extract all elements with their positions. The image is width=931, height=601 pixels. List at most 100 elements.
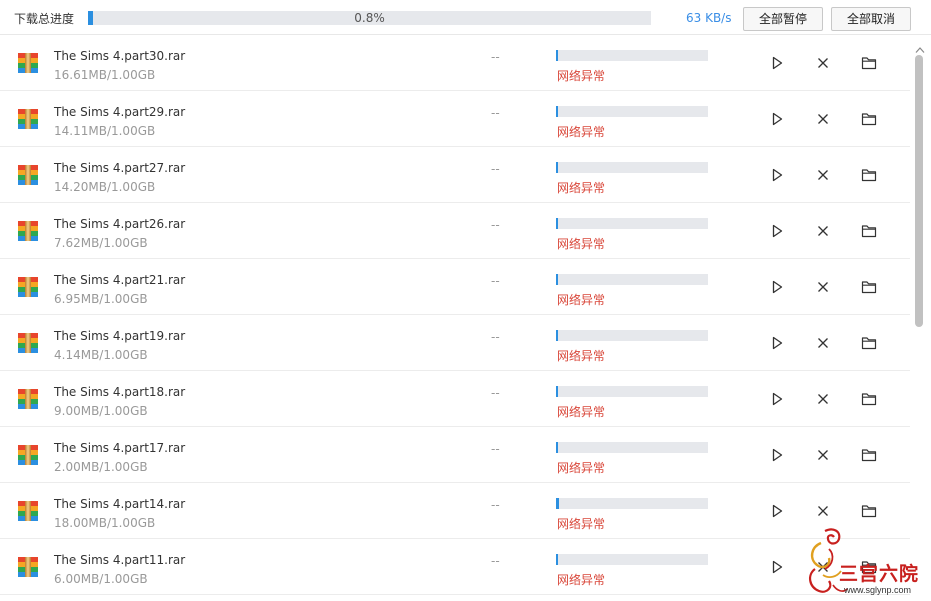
winrar-archive-icon	[17, 444, 39, 466]
close-icon[interactable]	[815, 335, 831, 351]
file-size: 18.00MB/1.00GB	[54, 516, 156, 530]
folder-icon[interactable]	[861, 223, 877, 239]
file-size: 4.14MB/1.00GB	[54, 348, 148, 362]
folder-icon[interactable]	[861, 391, 877, 407]
file-progress-bar	[556, 218, 708, 229]
play-icon[interactable]	[769, 391, 785, 407]
play-icon[interactable]	[769, 447, 785, 463]
file-progress-fill	[556, 106, 559, 117]
file-size: 6.00MB/1.00GB	[54, 572, 148, 586]
time-remaining: --	[491, 274, 500, 288]
play-icon[interactable]	[769, 167, 785, 183]
file-name: The Sims 4.part27.rar	[54, 161, 186, 175]
file-progress-bar	[556, 106, 708, 117]
file-name: The Sims 4.part26.rar	[54, 217, 186, 231]
status-text: 网络异常	[557, 349, 606, 363]
play-icon[interactable]	[769, 55, 785, 71]
status-text: 网络异常	[557, 181, 606, 195]
close-icon[interactable]	[815, 223, 831, 239]
play-icon[interactable]	[769, 503, 785, 519]
folder-icon[interactable]	[861, 447, 877, 463]
close-icon[interactable]	[815, 167, 831, 183]
file-progress-fill	[556, 162, 559, 173]
file-size: 14.11MB/1.00GB	[54, 124, 156, 138]
time-remaining: --	[491, 386, 500, 400]
watermark-text: 三宫六院	[839, 563, 920, 585]
close-icon[interactable]	[815, 55, 831, 71]
winrar-archive-icon	[17, 52, 39, 74]
file-size: 6.95MB/1.00GB	[54, 292, 148, 306]
file-name: The Sims 4.part14.rar	[54, 497, 186, 511]
download-row: The Sims 4.part27.rar 14.20MB/1.00GB -- …	[0, 147, 910, 203]
cancel-all-button[interactable]: 全部取消	[831, 7, 911, 31]
download-row: The Sims 4.part18.rar 9.00MB/1.00GB -- 网…	[0, 371, 910, 427]
folder-icon[interactable]	[861, 55, 877, 71]
download-row: The Sims 4.part26.rar 7.62MB/1.00GB -- 网…	[0, 203, 910, 259]
close-icon[interactable]	[815, 279, 831, 295]
file-name: The Sims 4.part19.rar	[54, 329, 186, 343]
file-progress-bar	[556, 50, 708, 61]
time-remaining: --	[491, 554, 500, 568]
file-name: The Sims 4.part11.rar	[54, 553, 186, 567]
file-size: 2.00MB/1.00GB	[54, 460, 148, 474]
folder-icon[interactable]	[861, 503, 877, 519]
file-size: 14.20MB/1.00GB	[54, 180, 156, 194]
status-text: 网络异常	[557, 293, 606, 307]
winrar-archive-icon	[17, 500, 39, 522]
play-icon[interactable]	[769, 111, 785, 127]
file-name: The Sims 4.part30.rar	[54, 49, 186, 63]
play-icon[interactable]	[769, 559, 785, 575]
status-text: 网络异常	[557, 517, 606, 531]
close-icon[interactable]	[815, 111, 831, 127]
scrollbar-thumb[interactable]	[915, 55, 923, 327]
file-progress-fill	[556, 386, 558, 397]
winrar-archive-icon	[17, 164, 39, 186]
pause-all-button[interactable]: 全部暂停	[743, 7, 823, 31]
time-remaining: --	[491, 218, 500, 232]
time-remaining: --	[491, 50, 500, 64]
play-icon[interactable]	[769, 223, 785, 239]
close-icon[interactable]	[815, 503, 831, 519]
play-icon[interactable]	[769, 279, 785, 295]
file-progress-fill	[556, 554, 558, 565]
site-watermark: 三宫六院 www.sglynp.com	[803, 525, 928, 599]
total-progress-label: 下载总进度	[14, 12, 75, 26]
folder-icon[interactable]	[861, 279, 877, 295]
time-remaining: --	[491, 330, 500, 344]
status-text: 网络异常	[557, 237, 606, 251]
download-row: The Sims 4.part21.rar 6.95MB/1.00GB -- 网…	[0, 259, 910, 315]
play-icon[interactable]	[769, 335, 785, 351]
file-size: 7.62MB/1.00GB	[54, 236, 148, 250]
total-progress-bar: 0.8%	[88, 11, 651, 25]
time-remaining: --	[491, 106, 500, 120]
download-speed: 63 KB/s	[686, 11, 732, 25]
status-text: 网络异常	[557, 69, 606, 83]
file-progress-bar	[556, 162, 708, 173]
file-size: 9.00MB/1.00GB	[54, 404, 148, 418]
close-icon[interactable]	[815, 391, 831, 407]
file-progress-fill	[556, 218, 558, 229]
scroll-up-arrow-icon[interactable]	[915, 39, 925, 53]
status-text: 网络异常	[557, 125, 606, 139]
winrar-archive-icon	[17, 220, 39, 242]
winrar-archive-icon	[17, 332, 39, 354]
close-icon[interactable]	[815, 447, 831, 463]
status-text: 网络异常	[557, 461, 606, 475]
folder-icon[interactable]	[861, 167, 877, 183]
file-name: The Sims 4.part29.rar	[54, 105, 186, 119]
file-progress-fill	[556, 274, 558, 285]
download-list: The Sims 4.part30.rar 16.61MB/1.00GB -- …	[0, 35, 910, 601]
download-row: The Sims 4.part30.rar 16.61MB/1.00GB -- …	[0, 35, 910, 91]
time-remaining: --	[491, 442, 500, 456]
file-progress-bar	[556, 554, 708, 565]
file-progress-bar	[556, 330, 708, 341]
folder-icon[interactable]	[861, 335, 877, 351]
download-row: The Sims 4.part19.rar 4.14MB/1.00GB -- 网…	[0, 315, 910, 371]
file-size: 16.61MB/1.00GB	[54, 68, 156, 82]
status-text: 网络异常	[557, 573, 606, 587]
folder-icon[interactable]	[861, 111, 877, 127]
winrar-archive-icon	[17, 276, 39, 298]
file-progress-fill	[556, 330, 558, 341]
list-scrollbar[interactable]	[910, 35, 931, 601]
file-progress-bar	[556, 386, 708, 397]
